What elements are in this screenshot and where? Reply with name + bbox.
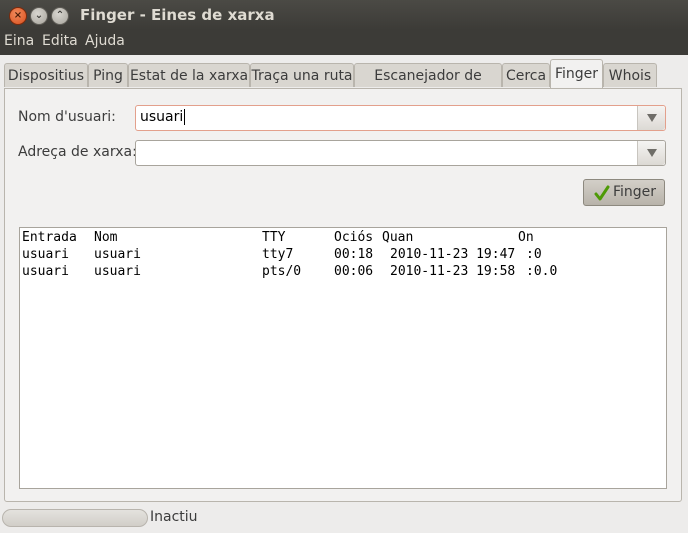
tab-ping[interactable]: Ping: [88, 63, 128, 87]
notebook: Dispositius Ping Estat de la xarxa Traça…: [0, 55, 688, 533]
cell-quan: 2010-11-23 19:47: [390, 247, 516, 262]
tab-cerca[interactable]: Cerca: [502, 63, 550, 87]
tab-traca-una-ruta[interactable]: Traça una ruta: [250, 63, 354, 87]
tab-finger[interactable]: Finger: [550, 59, 603, 88]
menu-eina[interactable]: Eina: [4, 33, 34, 49]
menu-bar: Eina Edita Ajuda: [0, 30, 688, 55]
header-on: On: [518, 230, 534, 245]
text-cursor: [184, 109, 186, 125]
username-combo[interactable]: usuari: [135, 105, 666, 131]
cell-on: :0.0: [526, 264, 558, 279]
finger-output[interactable]: Entrada Nom TTY Ociós Quan On usuari usu…: [19, 227, 667, 489]
cell-tty: tty7: [262, 247, 294, 262]
window-title: Finger - Eines de xarxa: [80, 6, 275, 24]
minimize-window-icon[interactable]: ⌄: [30, 7, 48, 25]
progress-bar: [2, 509, 148, 527]
menu-edita[interactable]: Edita: [42, 33, 78, 49]
tab-whois[interactable]: Whois: [603, 63, 657, 87]
username-dropdown-button[interactable]: [637, 106, 665, 130]
table-row: usuari usuari pts/0 00:06 2010-11-23 19:…: [22, 264, 662, 281]
chevron-down-icon: [647, 114, 657, 122]
cell-tty: pts/0: [262, 264, 302, 279]
chevron-down-icon: [647, 149, 657, 157]
address-label: Adreça de xarxa:: [18, 144, 137, 160]
status-text: Inactiu: [150, 509, 198, 525]
cell-entrada: usuari: [22, 264, 69, 279]
cell-ocios: 00:06: [334, 264, 374, 279]
cell-entrada: usuari: [22, 247, 69, 262]
tab-estat-de-la-xarxa[interactable]: Estat de la xarxa: [128, 63, 250, 87]
header-entrada: Entrada: [22, 230, 77, 245]
menu-ajuda[interactable]: Ajuda: [85, 33, 125, 49]
header-nom: Nom: [94, 230, 118, 245]
header-tty: TTY: [262, 230, 286, 245]
cell-on: :0: [526, 247, 542, 262]
table-row: usuari usuari tty7 00:18 2010-11-23 19:4…: [22, 247, 662, 264]
maximize-window-icon[interactable]: ⌃: [51, 7, 69, 25]
username-field[interactable]: usuari: [140, 109, 186, 125]
username-label: Nom d'usuari:: [18, 109, 116, 125]
address-dropdown-button[interactable]: [637, 141, 665, 165]
cell-ocios: 00:18: [334, 247, 374, 262]
address-combo[interactable]: [135, 140, 666, 166]
title-bar: × ⌄ ⌃ Finger - Eines de xarxa: [0, 0, 688, 30]
finger-button-label: Finger: [613, 184, 657, 200]
cell-nom: usuari: [94, 264, 141, 279]
cell-nom: usuari: [94, 247, 141, 262]
tab-dispositius[interactable]: Dispositius: [4, 63, 88, 87]
tab-escanejador-de-ports[interactable]: Escanejador de ports: [354, 63, 502, 108]
cell-quan: 2010-11-23 19:58: [390, 264, 516, 279]
finger-button[interactable]: Finger: [583, 179, 665, 206]
app-window: × ⌄ ⌃ Finger - Eines de xarxa Eina Edita…: [0, 0, 688, 533]
check-icon: [594, 185, 610, 201]
header-ocios: Ociós: [334, 230, 374, 245]
close-window-icon[interactable]: ×: [9, 7, 27, 25]
header-quan: Quan: [382, 230, 414, 245]
output-header-row: Entrada Nom TTY Ociós Quan On: [22, 230, 662, 247]
username-value: usuari: [140, 109, 184, 125]
status-bar: Inactiu: [0, 502, 688, 533]
finger-panel: Nom d'usuari: usuari Adreça de xarxa: Fi…: [4, 88, 682, 502]
